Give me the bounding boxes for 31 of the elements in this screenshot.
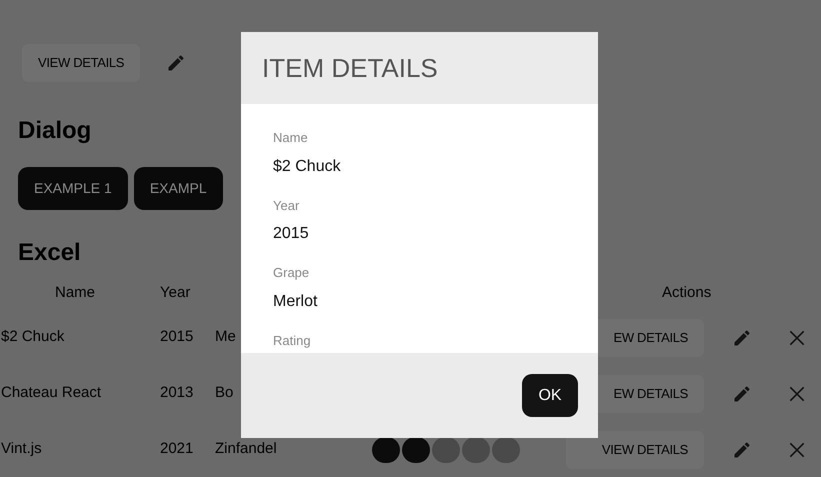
table-cell-text: 2021 [159,439,194,460]
column-header: Actions [661,283,712,303]
column-header: Name [54,283,95,303]
field-label: Grape [273,264,310,282]
edit-icon[interactable] [732,440,752,460]
table-cell: Bo [215,384,234,402]
edit-icon[interactable] [732,384,752,404]
field-label: Year [273,196,300,215]
field-label: Rating [273,332,312,350]
field-value: $2 Chuck [273,156,342,177]
section-heading: Excel [18,238,81,268]
dialog-title: ITEM DETAILS [262,52,438,84]
table-cell-text: 2015 [159,327,194,348]
field-value: 2015 [273,224,310,244]
edit-icon[interactable] [166,52,186,72]
table-cell: Zinfandel [215,440,277,458]
ok-button[interactable]: OK [522,374,578,417]
example-button[interactable]: EXAMPL [134,167,223,210]
section-heading: Dialog [18,116,92,146]
field-label: Name [273,129,309,147]
table-cell-text: 2013 [159,383,194,404]
view-details-button[interactable]: VIEW DETAILS [566,430,704,468]
table-cell-text: Chateau React [0,383,102,404]
edit-icon[interactable] [732,328,752,348]
example-button[interactable]: EXAMPLE 1 [18,167,128,210]
table-cell-text: Vint.js [0,439,43,460]
field-value: Merlot [273,292,318,312]
column-header: Year [159,283,190,303]
table-cell: Me [215,328,236,346]
table-cell-text: $2 Chuck [0,327,66,348]
view-details-button[interactable]: VIEW DETAILS [22,44,140,82]
